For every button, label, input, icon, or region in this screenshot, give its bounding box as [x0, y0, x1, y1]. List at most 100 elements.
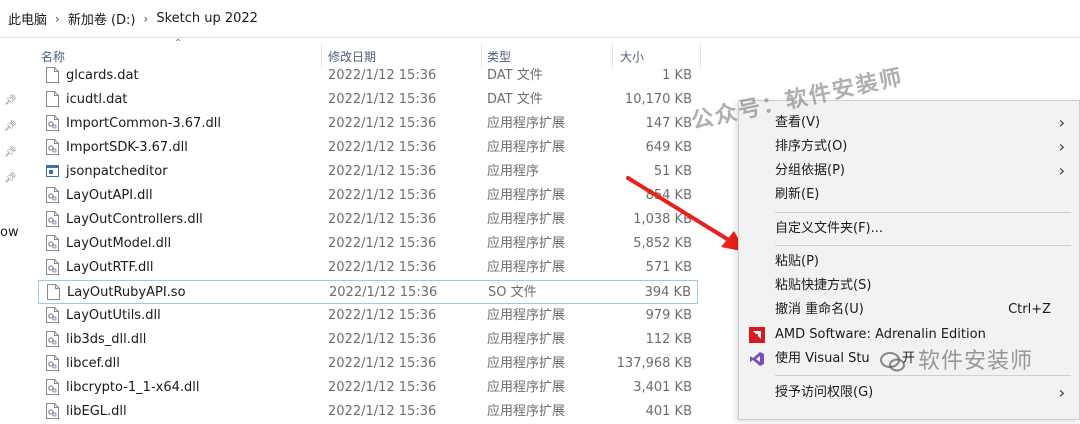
file-size: 10,170 KB: [624, 92, 692, 107]
file-type: 应用程序扩展: [487, 140, 566, 155]
file-type: DAT 文件: [487, 92, 543, 107]
file-row[interactable]: icudtl.dat 2022/1/12 15:36 DAT 文件 10,170 KB: [38, 88, 698, 112]
file-size: 112 KB: [645, 332, 692, 347]
menu-item-label: 刷新(E): [775, 187, 820, 202]
file-row[interactable]: LayOutRubyAPI.so 2022/1/12 15:36 SO 文件 394 …: [38, 280, 698, 304]
file-row[interactable]: LayOutControllers.dll 2022/1/12 15:36 应用程序…: [38, 208, 698, 232]
file-row[interactable]: libEGL.dll 2022/1/12 15:36 应用程序扩展 401 KB: [38, 400, 698, 424]
file-row[interactable]: libcef.dll 2022/1/12 15:36 应用程序扩展 137,968 K…: [38, 352, 698, 376]
file-date: 2022/1/12 15:36: [328, 92, 437, 107]
file-type: SO 文件: [488, 285, 537, 300]
file-date: 2022/1/12 15:36: [328, 236, 437, 251]
file-row[interactable]: LayOutRTF.dll 2022/1/12 15:36 应用程序扩展 571 KB: [38, 256, 698, 280]
menu-item-refresh[interactable]: 刷新(E): [739, 183, 1079, 207]
file-date: 2022/1/12 15:36: [328, 260, 437, 275]
nav-item-label[interactable]: ow: [0, 225, 19, 240]
menu-item-sort[interactable]: 排序方式(O) ›: [739, 135, 1079, 159]
pin-icon[interactable]: 📌︎: [4, 173, 17, 185]
menu-item-paste[interactable]: 粘贴(P): [739, 250, 1079, 274]
file-date: 2022/1/12 15:36: [329, 285, 438, 300]
file-size: 394 KB: [644, 285, 691, 300]
breadcrumb-item-drive[interactable]: 新加卷 (D:): [68, 9, 136, 28]
file-row[interactable]: glcards.dat 2022/1/12 15:36 DAT 文件 1 KB: [38, 64, 698, 88]
shortcut-label: Ctrl+Z: [1008, 302, 1051, 317]
chevron-right-icon: ›: [1058, 383, 1065, 402]
file-name: lib3ds_dll.dll: [66, 332, 147, 347]
menu-separator: [775, 245, 1071, 246]
file-type: 应用程序: [487, 164, 540, 179]
file-date: 2022/1/12 15:36: [328, 140, 437, 155]
file-type: 应用程序扩展: [487, 188, 566, 203]
file-date: 2022/1/12 15:36: [328, 116, 437, 131]
file-name: LayOutUtils.dll: [66, 308, 161, 323]
file-date: 2022/1/12 15:36: [328, 164, 437, 179]
file-type: 应用程序扩展: [487, 308, 566, 323]
file-size: 3,401 KB: [633, 380, 692, 395]
menu-item-group[interactable]: 分组依据(P) ›: [739, 159, 1079, 183]
file-date: 2022/1/12 15:36: [328, 212, 437, 227]
file-row[interactable]: lib3ds_dll.dll 2022/1/12 15:36 应用程序扩展 112 K…: [38, 328, 698, 352]
amd-icon: [749, 327, 765, 343]
file-name: LayOutRubyAPI.so: [67, 285, 186, 300]
pin-icon[interactable]: 📌︎: [4, 95, 17, 107]
file-name: LayOutRTF.dll: [66, 260, 154, 275]
file-name: libEGL.dll: [66, 404, 127, 419]
file-name: icudtl.dat: [66, 92, 128, 107]
file-row[interactable]: ImportCommon-3.67.dll 2022/1/12 15:36 应用程序…: [38, 112, 698, 136]
menu-item-label: 粘贴快捷方式(S): [775, 278, 872, 293]
file-name: LayOutAPI.dll: [66, 188, 153, 203]
file-type: 应用程序扩展: [487, 212, 566, 227]
menu-item-label: 撤消 重命名(U): [775, 302, 864, 317]
file-type: 应用程序扩展: [487, 116, 566, 131]
file-name: libcef.dll: [66, 356, 120, 371]
wechat-icon: [880, 352, 905, 372]
file-date: 2022/1/12 15:36: [328, 68, 437, 83]
menu-item-paste-shortcut[interactable]: 粘贴快捷方式(S): [739, 274, 1079, 298]
menu-item-customize-folder[interactable]: 自定义文件夹(F)...: [739, 217, 1079, 241]
file-row[interactable]: libcrypto-1_1-x64.dll 2022/1/12 15:36 应用程序…: [38, 376, 698, 400]
chevron-right-icon[interactable]: ›: [144, 12, 149, 26]
file-size: 1 KB: [662, 68, 692, 83]
menu-separator: [775, 375, 1071, 376]
file-date: 2022/1/12 15:36: [328, 404, 437, 419]
file-date: 2022/1/12 15:36: [328, 380, 437, 395]
file-type: 应用程序扩展: [487, 260, 566, 275]
file-name: ImportSDK-3.67.dll: [66, 140, 188, 155]
file-size: 401 KB: [645, 404, 692, 419]
chevron-right-icon: ›: [1058, 113, 1065, 132]
pin-icon[interactable]: 📌︎: [4, 121, 17, 133]
file-type: 应用程序扩展: [487, 332, 566, 347]
file-size: 137,968 KB: [616, 356, 692, 371]
watermark-bottom: 软件安装师: [880, 343, 1033, 375]
menu-item-label: 使用 Visual Stu: [775, 351, 870, 366]
visual-studio-icon: [750, 352, 764, 366]
file-date: 2022/1/12 15:36: [328, 332, 437, 347]
menu-item-grant-access[interactable]: 授予访问权限(G) ›: [739, 381, 1079, 405]
menu-item-label: 粘贴(P): [775, 254, 819, 269]
file-row[interactable]: jsonpatcheditor 2022/1/12 15:36 应用程序 51 KB: [38, 160, 698, 184]
file-type: DAT 文件: [487, 68, 543, 83]
file-date: 2022/1/12 15:36: [328, 308, 437, 323]
menu-separator: [775, 212, 1071, 213]
chevron-right-icon: ›: [1058, 137, 1065, 156]
breadcrumb-item-this-pc[interactable]: 此电脑: [8, 9, 47, 28]
sort-ascending-icon: ⌃: [174, 38, 183, 49]
file-row[interactable]: LayOutAPI.dll 2022/1/12 15:36 应用程序扩展 854 KB: [38, 184, 698, 208]
column-divider[interactable]: [700, 44, 701, 68]
pin-icon[interactable]: 📌︎: [4, 147, 17, 159]
file-row[interactable]: LayOutUtils.dll 2022/1/12 15:36 应用程序扩展 979 …: [38, 304, 698, 328]
file-type: 应用程序扩展: [487, 404, 566, 419]
file-type: 应用程序扩展: [487, 356, 566, 371]
file-type: 应用程序扩展: [487, 236, 566, 251]
file-date: 2022/1/12 15:36: [328, 356, 437, 371]
file-size: 147 KB: [645, 116, 692, 131]
breadcrumb-item-folder[interactable]: Sketch up 2022: [156, 11, 258, 26]
file-name: LayOutControllers.dll: [66, 212, 203, 227]
menu-item-undo-rename[interactable]: 撤消 重命名(U) Ctrl+Z: [739, 298, 1079, 322]
menu-item-label: 分组依据(P): [775, 163, 845, 178]
file-row[interactable]: LayOutModel.dll 2022/1/12 15:36 应用程序扩展 5,85…: [38, 232, 698, 256]
file-name: jsonpatcheditor: [66, 164, 168, 179]
menu-item-label: 授予访问权限(G): [775, 385, 874, 400]
file-row[interactable]: ImportSDK-3.67.dll 2022/1/12 15:36 应用程序扩展 6…: [38, 136, 698, 160]
chevron-right-icon[interactable]: ›: [55, 12, 60, 26]
